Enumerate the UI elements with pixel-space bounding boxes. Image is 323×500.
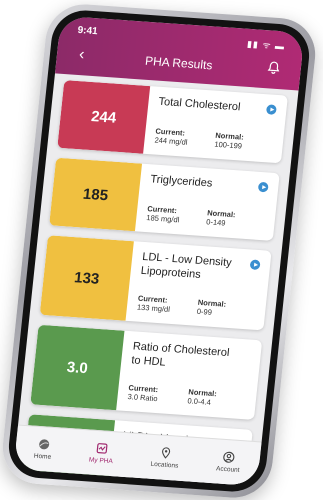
nav-locations-label: Locations bbox=[150, 460, 179, 470]
bell-icon[interactable] bbox=[266, 60, 281, 75]
app-screen: 9:41 ▮▮ ᯤ ▬ ‹ PHA Results 244 Total Chol… bbox=[13, 15, 305, 487]
result-value: 185 bbox=[49, 157, 143, 232]
nav-home[interactable]: Home bbox=[33, 438, 53, 461]
nav-account-label: Account bbox=[215, 465, 240, 475]
nav-locations[interactable]: Locations bbox=[150, 446, 180, 470]
normal-value: 0-99 bbox=[196, 306, 213, 317]
result-value: 133 bbox=[39, 235, 134, 321]
result-name: Ratio of Cholesterol to HDL bbox=[130, 340, 230, 369]
normal-block: Normal: 100-199 bbox=[214, 131, 244, 151]
result-card-ldl[interactable]: 133 LDL - Low Density Lipoproteins Curre… bbox=[39, 235, 272, 331]
result-card-cholesterol-hdl-ratio[interactable]: 3.0 Ratio of Cholesterol to HDL Current:… bbox=[30, 324, 263, 420]
status-time: 9:41 bbox=[77, 24, 99, 38]
result-name: Total Cholesterol bbox=[157, 95, 242, 114]
result-card-total-cholesterol[interactable]: 244 Total Cholesterol Current: 244 mg/dl… bbox=[57, 80, 288, 164]
current-block: Current: 185 mg/dl bbox=[146, 204, 181, 224]
play-icon[interactable] bbox=[265, 104, 277, 115]
current-value: 244 mg/dl bbox=[154, 135, 188, 147]
normal-block: Normal: 0-99 bbox=[196, 298, 226, 318]
current-block: Current: 244 mg/dl bbox=[154, 127, 189, 147]
current-value: 133 mg/dl bbox=[136, 302, 171, 314]
phone-mockup: 9:41 ▮▮ ᯤ ▬ ‹ PHA Results 244 Total Chol… bbox=[0, 1, 319, 500]
result-name: LDL - Low Density Lipoproteins bbox=[140, 250, 233, 281]
current-block: Current: 133 mg/dl bbox=[137, 294, 172, 314]
normal-block: Normal: 0-149 bbox=[206, 208, 236, 228]
current-value: 185 mg/dl bbox=[145, 213, 180, 225]
account-icon bbox=[223, 451, 235, 463]
nav-my-pha-label: My PHA bbox=[88, 456, 114, 466]
normal-value: 100-199 bbox=[213, 139, 243, 151]
result-value: 3.0 bbox=[30, 324, 125, 411]
nav-account[interactable]: Account bbox=[216, 450, 242, 474]
normal-value: 0-149 bbox=[205, 217, 226, 228]
normal-value: 0.0-4.4 bbox=[187, 396, 212, 407]
result-name: Triglycerides bbox=[149, 173, 213, 190]
play-icon[interactable] bbox=[257, 181, 269, 193]
nav-home-label: Home bbox=[33, 452, 52, 461]
location-pin-icon bbox=[161, 447, 170, 459]
result-value: 244 bbox=[57, 80, 151, 154]
home-icon bbox=[38, 439, 49, 450]
current-block: Current: 3.0 Ratio bbox=[127, 383, 159, 403]
play-icon[interactable] bbox=[249, 259, 261, 271]
nav-my-pha[interactable]: My PHA bbox=[88, 442, 115, 466]
pha-icon bbox=[96, 443, 108, 454]
normal-block: Normal: 0.0-4.4 bbox=[187, 387, 217, 407]
current-value: 3.0 Ratio bbox=[127, 392, 159, 404]
result-card-triglycerides[interactable]: 185 Triglycerides Current: 185 mg/dl Nor… bbox=[49, 157, 280, 241]
page-title: PHA Results bbox=[144, 53, 214, 73]
results-list: 244 Total Cholesterol Current: 244 mg/dl… bbox=[21, 80, 288, 487]
status-icons: ▮▮ ᯤ ▬ bbox=[246, 38, 286, 52]
